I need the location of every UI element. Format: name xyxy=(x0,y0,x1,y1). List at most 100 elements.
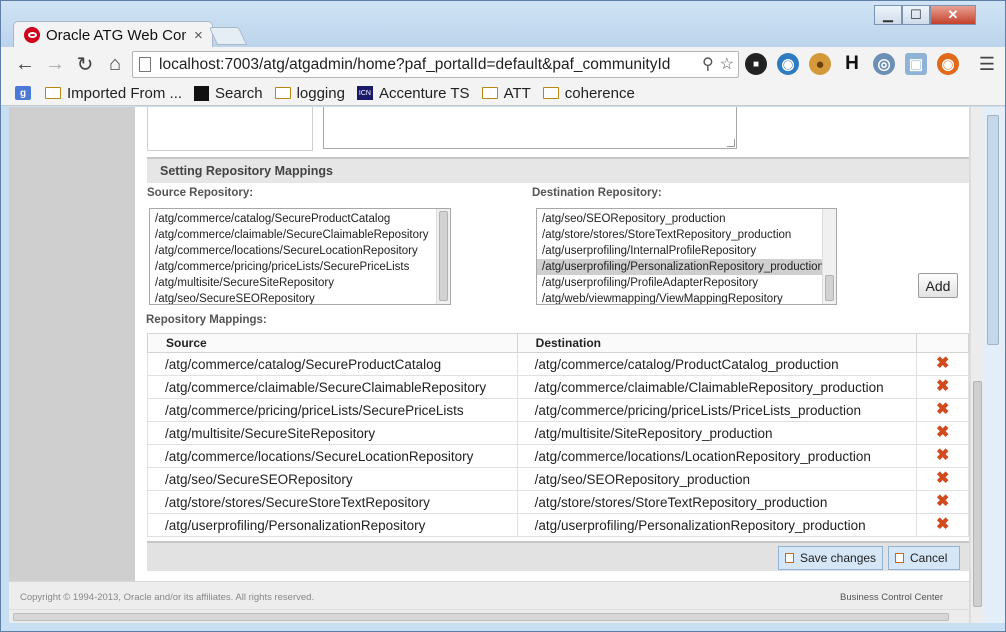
chrome-menu-icon[interactable]: ☰ xyxy=(979,54,995,75)
vertical-scroll-thumb[interactable] xyxy=(973,381,982,607)
horizontal-scroll-thumb[interactable] xyxy=(13,613,949,621)
destination-repository-label: Destination Repository: xyxy=(532,187,662,199)
bookmarks-bar: g Imported From ... Search logging ICN A… xyxy=(1,81,1005,106)
maximize-button[interactable]: ☐ xyxy=(902,5,930,25)
incognito-extension-icon[interactable]: ■ xyxy=(745,53,767,75)
add-mapping-button[interactable]: Add xyxy=(918,273,958,298)
list-option[interactable]: /atg/commerce/claimable/SecureClaimableR… xyxy=(150,227,450,243)
resize-grip-icon[interactable] xyxy=(727,139,735,147)
address-bar[interactable]: localhost:7003/atg/atgadmin/home?paf_por… xyxy=(132,51,739,78)
delete-icon[interactable]: ✖ xyxy=(936,379,949,395)
search-icon[interactable]: ⚲ xyxy=(702,54,714,74)
list-option[interactable]: /atg/userprofiling/ProfileAdapterReposit… xyxy=(537,275,836,291)
list-option[interactable]: /atg/commerce/pricing/priceLists/SecureP… xyxy=(150,259,450,275)
minimize-button[interactable]: ▁ xyxy=(874,5,902,25)
delete-icon[interactable]: ✖ xyxy=(936,517,949,533)
window-controls: ▁ ☐ ✕ xyxy=(874,5,976,25)
delete-icon[interactable]: ✖ xyxy=(936,425,949,441)
list-option[interactable]: /atg/store/stores/StoreTextRepository_pr… xyxy=(537,227,836,243)
mapping-source: /atg/seo/SecureSEORepository xyxy=(147,467,518,491)
delete-icon[interactable]: ✖ xyxy=(936,402,949,418)
h-extension-icon[interactable]: H xyxy=(841,53,863,75)
bookmark-accenture[interactable]: ICN Accenture TS xyxy=(356,85,470,102)
color-extension-icon[interactable]: ◉ xyxy=(937,53,959,75)
bookmark-star-icon[interactable]: ☆ xyxy=(720,54,734,74)
cancel-icon xyxy=(895,553,904,563)
table-row: /atg/store/stores/SecureStoreTextReposit… xyxy=(147,490,969,514)
tab-title: Oracle ATG Web Commerce xyxy=(46,26,186,44)
mapping-source: /atg/commerce/catalog/SecureProductCatal… xyxy=(147,352,518,376)
section-title: Setting Repository Mappings xyxy=(147,157,969,183)
globe-extension-icon[interactable]: ◉ xyxy=(777,53,799,75)
cookie-extension-icon[interactable]: ● xyxy=(809,53,831,75)
home-icon[interactable]: ⌂ xyxy=(101,50,129,78)
cancel-button[interactable]: Cancel xyxy=(888,546,960,570)
mapping-source: /atg/userprofiling/PersonalizationReposi… xyxy=(147,513,518,537)
product-name: Business Control Center xyxy=(840,592,943,603)
table-row: /atg/seo/SecureSEORepository /atg/seo/SE… xyxy=(147,467,969,491)
mapping-destination: /atg/commerce/claimable/ClaimableReposit… xyxy=(516,375,918,399)
delete-icon[interactable]: ✖ xyxy=(936,471,949,487)
outer-scroll-thumb[interactable] xyxy=(987,115,999,345)
bookmark-label: Imported From ... xyxy=(67,84,183,102)
delete-icon[interactable]: ✖ xyxy=(936,494,949,510)
save-changes-button[interactable]: Save changes xyxy=(778,546,884,570)
outer-vertical-scrollbar[interactable] xyxy=(984,107,1005,623)
page-viewport: Setting Repository Mappings Source Repos… xyxy=(9,107,969,623)
left-gutter xyxy=(9,107,135,581)
save-changes-label: Save changes xyxy=(800,551,877,565)
close-window-button[interactable]: ✕ xyxy=(930,5,976,25)
horizontal-scrollbar[interactable] xyxy=(9,609,969,623)
url-text[interactable]: localhost:7003/atg/atgadmin/home?paf_por… xyxy=(159,56,694,74)
bookmark-att[interactable]: ATT xyxy=(481,85,531,102)
col-source-header: Source xyxy=(147,333,518,353)
google-bookmark[interactable]: g xyxy=(15,86,37,100)
bookmark-search[interactable]: Search xyxy=(194,85,263,102)
delete-icon[interactable]: ✖ xyxy=(936,448,949,464)
bookmark-logging[interactable]: logging xyxy=(274,85,345,102)
forward-arrow-icon[interactable]: → xyxy=(41,50,69,78)
source-repository-list[interactable]: /atg/commerce/catalog/SecureProductCatal… xyxy=(149,208,451,305)
mapping-source: /atg/commerce/locations/SecureLocationRe… xyxy=(147,444,518,468)
new-tab-button[interactable] xyxy=(208,27,248,45)
bookmark-coherence[interactable]: coherence xyxy=(542,85,635,102)
screenshot-extension-icon[interactable]: ▣ xyxy=(905,53,927,75)
tab-close-icon[interactable]: × xyxy=(194,27,203,44)
accenture-icon: ICN xyxy=(356,86,373,100)
delete-icon[interactable]: ✖ xyxy=(936,356,949,372)
page-vertical-scrollbar[interactable] xyxy=(970,107,984,623)
list-option-selected[interactable]: /atg/userprofiling/PersonalizationReposi… xyxy=(537,259,836,275)
page-icon xyxy=(139,57,151,72)
repository-mapping-panel: Setting Repository Mappings Source Repos… xyxy=(135,107,969,581)
scroll-thumb[interactable] xyxy=(439,211,448,301)
list-option[interactable]: /atg/userprofiling/InternalProfileReposi… xyxy=(537,243,836,259)
bookmark-imported[interactable]: Imported From ... xyxy=(45,85,182,102)
list-option[interactable]: /atg/seo/SecureSEORepository xyxy=(150,291,450,304)
list-option[interactable]: /atg/web/viewmapping/ViewMappingReposito… xyxy=(537,291,836,304)
folder-icon xyxy=(481,87,498,99)
network-extension-icon[interactable]: ◎ xyxy=(873,53,895,75)
browser-window: Oracle ATG Web Commerce × ▁ ☐ ✕ ← → ↻ ⌂ … xyxy=(0,0,1006,632)
list-option[interactable]: /atg/multisite/SecureSiteRepository xyxy=(150,275,450,291)
scroll-thumb[interactable] xyxy=(825,275,834,301)
title-bar: Oracle ATG Web Commerce × ▁ ☐ ✕ xyxy=(1,1,1005,48)
mapping-source: /atg/store/stores/SecureStoreTextReposit… xyxy=(147,490,518,514)
mapping-destination: /atg/commerce/catalog/ProductCatalog_pro… xyxy=(516,352,918,376)
destination-list-scrollbar[interactable] xyxy=(822,209,836,304)
col-destination-header: Destination xyxy=(516,333,918,353)
mapping-destination: /atg/commerce/locations/LocationReposito… xyxy=(516,444,918,468)
back-arrow-icon[interactable]: ← xyxy=(11,50,39,78)
destination-repository-list[interactable]: /atg/seo/SEORepository_production /atg/s… xyxy=(536,208,837,305)
source-list-scrollbar[interactable] xyxy=(436,209,450,304)
browser-tab[interactable]: Oracle ATG Web Commerce × xyxy=(13,21,213,48)
folder-icon xyxy=(274,87,291,99)
list-option[interactable]: /atg/commerce/locations/SecureLocationRe… xyxy=(150,243,450,259)
mapping-source: /atg/commerce/claimable/SecureClaimableR… xyxy=(147,375,518,399)
list-option[interactable]: /atg/commerce/catalog/SecureProductCatal… xyxy=(150,211,450,227)
reload-icon[interactable]: ↻ xyxy=(71,50,99,78)
folder-icon xyxy=(542,87,559,99)
google-icon: g xyxy=(15,86,31,100)
list-option[interactable]: /atg/seo/SEORepository_production xyxy=(537,211,836,227)
description-textarea[interactable] xyxy=(323,107,737,149)
table-row: /atg/commerce/catalog/SecureProductCatal… xyxy=(147,352,969,376)
